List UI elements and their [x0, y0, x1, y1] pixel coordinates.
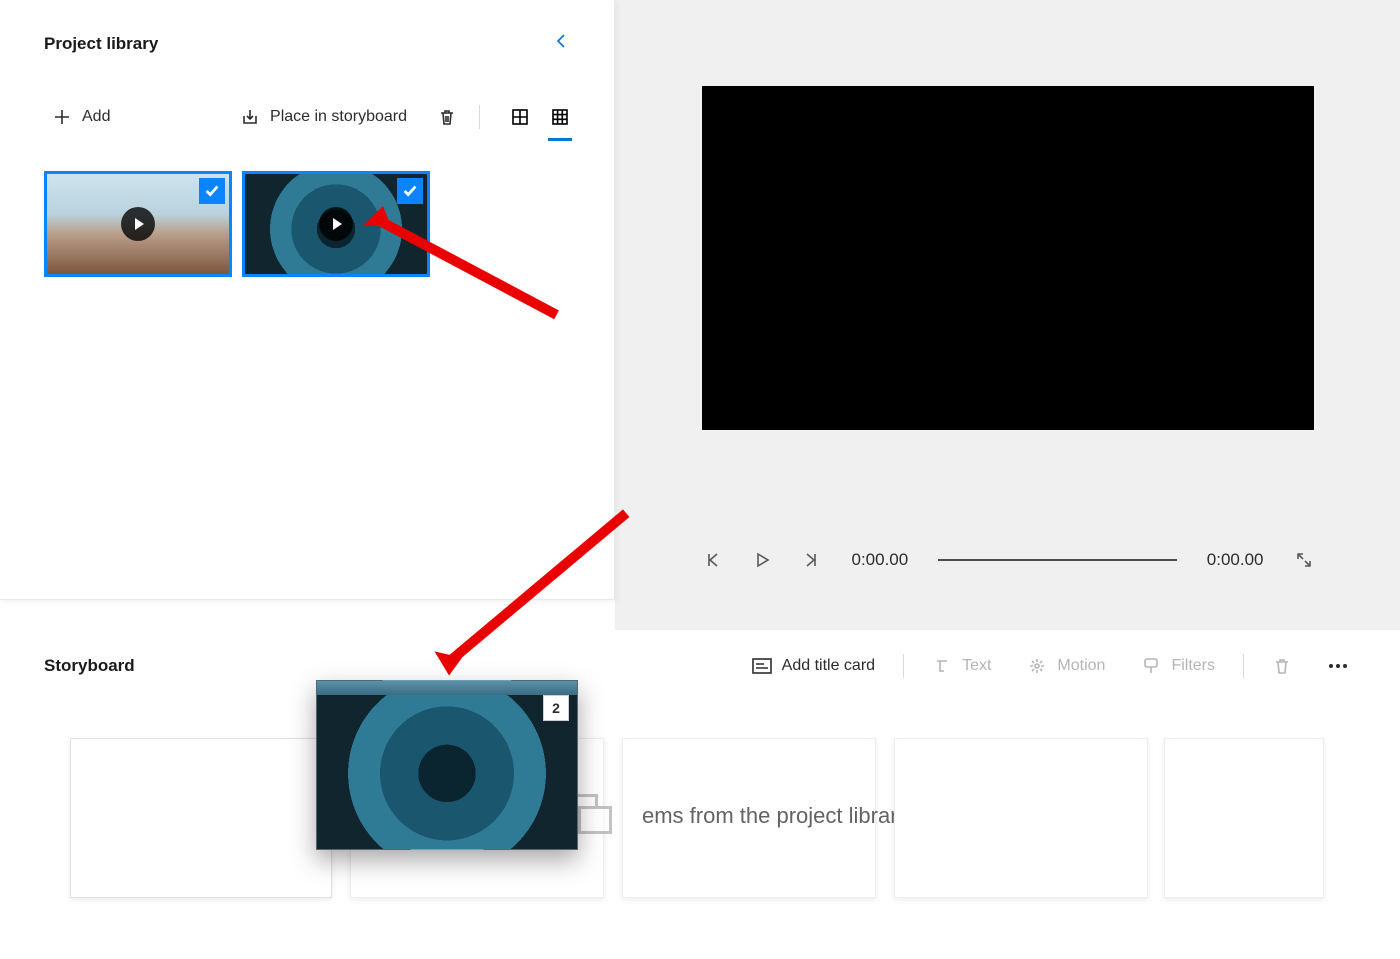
storyboard-header: Storyboard Add title card Text Motion [44, 650, 1356, 682]
more-button[interactable] [1320, 650, 1356, 682]
delete-button[interactable] [429, 101, 465, 133]
fullscreen-button[interactable] [1294, 550, 1314, 570]
filters-label: Filters [1171, 657, 1215, 675]
storyboard-slot[interactable] [894, 738, 1148, 898]
motion-button[interactable]: Motion [1019, 650, 1113, 682]
add-button[interactable]: Add [44, 101, 118, 133]
top-row: Project library Add Place in storyboard [0, 0, 1400, 630]
preview-pane: 0:00.00 0:00.00 [615, 0, 1400, 630]
toolbar-separator [1243, 654, 1244, 678]
selected-check-icon [397, 178, 423, 204]
library-clip-horses[interactable] [44, 171, 232, 277]
trash-icon [1272, 656, 1292, 676]
motion-label: Motion [1057, 657, 1105, 675]
storyboard-slot[interactable] [1164, 738, 1324, 898]
view-large-grid-button[interactable] [506, 103, 534, 131]
title-card-icon [752, 656, 772, 676]
project-library-pane: Project library Add Place in storyboard [0, 0, 615, 600]
storyboard-slot[interactable] [70, 738, 332, 898]
library-clip-eye[interactable] [242, 171, 430, 277]
more-icon [1328, 656, 1348, 676]
prev-frame-button[interactable] [702, 550, 722, 570]
current-time: 0:00.00 [852, 550, 909, 570]
storyboard-delete-button[interactable] [1264, 650, 1300, 682]
place-icon [240, 107, 260, 127]
collapse-library-button[interactable] [548, 28, 574, 59]
play-icon [319, 207, 353, 241]
video-preview[interactable] [702, 86, 1314, 430]
storyboard-slot[interactable] [622, 738, 876, 898]
next-frame-button[interactable] [802, 550, 822, 570]
filters-button[interactable]: Filters [1133, 650, 1223, 682]
add-button-label: Add [82, 108, 110, 126]
drag-ghost-clip[interactable]: 2 [316, 680, 578, 850]
toolbar-separator [903, 654, 904, 678]
play-button[interactable] [752, 550, 772, 570]
storyboard-actions: Add title card Text Motion Filters [744, 650, 1356, 682]
place-in-storyboard-button[interactable]: Place in storyboard [232, 101, 415, 133]
filters-icon [1141, 656, 1161, 676]
storyboard-track[interactable]: ems from the project library here 2 [44, 738, 1356, 928]
library-toolbar: Add Place in storyboard [44, 101, 574, 133]
add-title-card-label: Add title card [782, 657, 875, 675]
trash-icon [437, 107, 457, 127]
plus-icon [52, 107, 72, 127]
drag-count-badge: 2 [543, 695, 569, 721]
play-icon [121, 207, 155, 241]
text-button[interactable]: Text [924, 650, 999, 682]
motion-icon [1027, 656, 1047, 676]
library-header: Project library [44, 28, 574, 59]
text-icon [932, 656, 952, 676]
player-controls: 0:00.00 0:00.00 [702, 550, 1314, 570]
library-thumbnails [44, 171, 574, 277]
view-small-grid-button[interactable] [546, 103, 574, 131]
library-title: Project library [44, 34, 158, 54]
storyboard-title: Storyboard [44, 656, 135, 676]
selected-check-icon [199, 178, 225, 204]
storyboard-pane: Storyboard Add title card Text Motion [0, 630, 1400, 928]
scrubber[interactable] [938, 559, 1177, 561]
place-in-storyboard-label: Place in storyboard [270, 108, 407, 126]
text-label: Text [962, 657, 991, 675]
toolbar-separator [479, 105, 480, 129]
add-title-card-button[interactable]: Add title card [744, 650, 883, 682]
duration: 0:00.00 [1207, 550, 1264, 570]
